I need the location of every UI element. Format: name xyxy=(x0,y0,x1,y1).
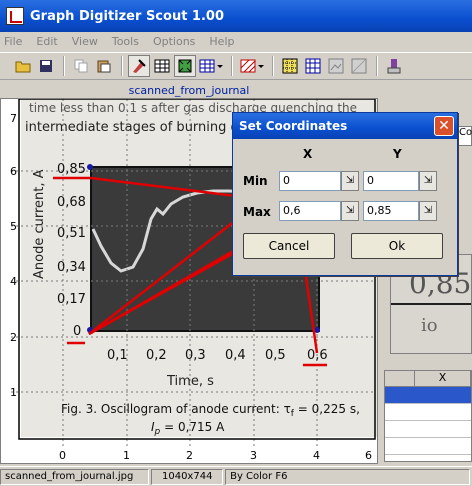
max-x-picker-icon[interactable]: ⇲ xyxy=(341,201,359,221)
points-table-col-x: X xyxy=(415,371,471,386)
fit-image-icon[interactable] xyxy=(174,55,196,77)
grid-dropdown-icon[interactable] xyxy=(197,55,225,77)
points-table-header: X xyxy=(385,371,471,387)
toolbar-separator xyxy=(272,56,274,76)
toolbar-separator xyxy=(121,56,123,76)
calibration-point-ymax[interactable] xyxy=(87,164,93,170)
save-icon[interactable] xyxy=(35,55,57,77)
menu-file[interactable]: File xyxy=(4,35,22,48)
min-row-label: Min xyxy=(243,174,268,188)
status-size: 1040x744 xyxy=(151,468,224,485)
column-x-label: X xyxy=(303,147,313,161)
scan-x-tick-05: 0,5 xyxy=(265,348,286,363)
dialog-title-bar[interactable]: Set Coordinates ✕ xyxy=(233,113,457,139)
outer-y-tick-1: 1 xyxy=(10,386,17,399)
paste-icon[interactable] xyxy=(93,55,115,77)
status-mode: By Color F6 xyxy=(225,468,470,485)
scan-x-tick-04: 0,4 xyxy=(225,348,246,363)
table-row[interactable] xyxy=(385,387,471,404)
scan-y-tick-085: 0,85 xyxy=(57,162,86,177)
window-title: Graph Digitizer Scout 1.00 xyxy=(30,8,225,24)
image-alt-icon[interactable] xyxy=(348,55,370,77)
scan-y-tick-051: 0,51 xyxy=(57,226,86,241)
close-icon[interactable]: ✕ xyxy=(434,116,454,136)
scan-y-tick-0: 0 xyxy=(73,324,81,339)
outer-x-tick-3: 3 xyxy=(250,449,257,462)
preview-small-text: io xyxy=(421,315,438,336)
image-caption: scanned_from_journal xyxy=(128,84,250,97)
image-icon[interactable] xyxy=(325,55,347,77)
dialog-title: Set Coordinates xyxy=(239,119,348,133)
scan-x-tick-01: 0,1 xyxy=(107,348,128,363)
table-row[interactable] xyxy=(385,404,471,421)
outer-y-tick-2: 2 xyxy=(10,331,17,344)
coordinates-field[interactable]: Co xyxy=(456,126,472,146)
scan-x-axis-label: Time, s xyxy=(166,374,214,389)
copy-icon[interactable] xyxy=(70,55,92,77)
table-row[interactable] xyxy=(385,421,471,438)
digitize-tool-icon[interactable] xyxy=(128,55,150,77)
grid-table-icon[interactable] xyxy=(151,55,173,77)
scan-y-tick-068: 0,68 xyxy=(57,195,86,210)
points-table[interactable]: X xyxy=(384,370,472,462)
scan-y-tick-017: 0,17 xyxy=(57,292,86,307)
toolbar-separator xyxy=(63,56,65,76)
app-icon xyxy=(6,7,24,25)
status-bar: scanned_from_journal.jpg 1040x744 By Col… xyxy=(0,466,472,486)
menu-tools[interactable]: Tools xyxy=(112,35,139,48)
export-icon[interactable] xyxy=(383,55,405,77)
min-x-picker-icon[interactable]: ⇲ xyxy=(341,171,359,191)
menu-bar: File Edit View Tools Options Help xyxy=(0,32,472,50)
toolbar-separator xyxy=(231,56,233,76)
max-row-label: Max xyxy=(243,205,271,219)
min-x-input[interactable]: 0 xyxy=(279,171,341,191)
cancel-button[interactable]: Cancel xyxy=(243,233,335,259)
set-coordinates-dialog: Set Coordinates ✕ X Y Min Max 0 ⇲ 0 ⇲ 0,… xyxy=(232,112,458,276)
menu-edit[interactable]: Edit xyxy=(36,35,57,48)
menu-options[interactable]: Options xyxy=(153,35,195,48)
max-x-input[interactable]: 0,6 xyxy=(279,201,341,221)
status-file: scanned_from_journal.jpg xyxy=(0,468,150,485)
open-folder-icon[interactable] xyxy=(12,55,34,77)
title-bar[interactable]: Graph Digitizer Scout 1.00 xyxy=(0,0,472,32)
outer-y-tick-5: 5 xyxy=(10,220,17,233)
outer-x-tick-6: 6 xyxy=(365,449,372,462)
max-y-input[interactable]: 0,85 xyxy=(363,201,419,221)
table-grid-icon[interactable] xyxy=(302,55,324,77)
column-y-label: Y xyxy=(393,147,402,161)
menu-help[interactable]: Help xyxy=(209,35,234,48)
outer-x-tick-0: 0 xyxy=(59,449,66,462)
outer-x-tick-1: 1 xyxy=(123,449,130,462)
table-row[interactable] xyxy=(385,438,471,455)
ok-button[interactable]: Ok xyxy=(351,233,443,259)
outer-y-tick-6: 6 xyxy=(10,165,17,178)
min-y-input[interactable]: 0 xyxy=(363,171,419,191)
scan-y-tick-034: 0,34 xyxy=(57,260,86,275)
outer-y-tick-4: 4 xyxy=(10,275,17,288)
scan-y-axis-label: Anode current, A xyxy=(32,169,47,279)
app-window: Graph Digitizer Scout 1.00 File Edit Vie… xyxy=(0,0,472,486)
outer-y-tick-7: 7 xyxy=(10,112,17,125)
scan-x-tick-03: 0,3 xyxy=(185,348,206,363)
menu-view[interactable]: View xyxy=(72,35,98,48)
min-y-picker-icon[interactable]: ⇲ xyxy=(419,171,437,191)
toolbar xyxy=(0,52,472,80)
outer-x-tick-2: 2 xyxy=(186,449,193,462)
max-y-picker-icon[interactable]: ⇲ xyxy=(419,201,437,221)
scan-x-tick-02: 0,2 xyxy=(146,348,167,363)
hatch-dropdown-icon[interactable] xyxy=(238,55,266,77)
outer-x-tick-4: 4 xyxy=(313,449,320,462)
point-grid-icon[interactable] xyxy=(279,55,301,77)
scan-header-line2: intermediate stages of burning did n xyxy=(25,120,263,135)
toolbar-separator xyxy=(376,56,378,76)
